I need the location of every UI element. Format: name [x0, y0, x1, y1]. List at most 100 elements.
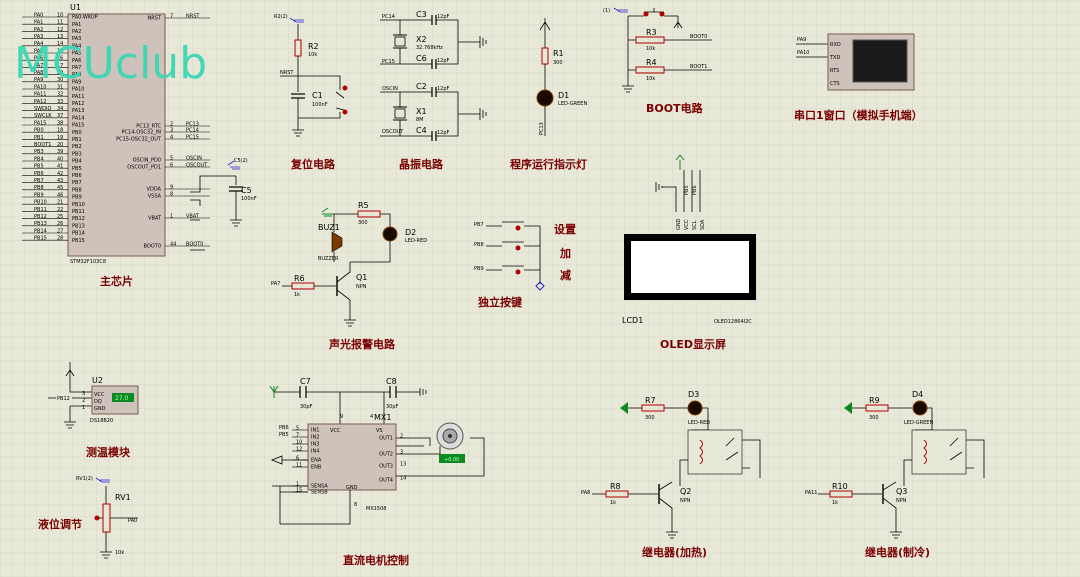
- svg-text:D3: D3: [688, 390, 699, 399]
- svg-text:C6: C6: [416, 54, 427, 63]
- svg-text:100nF: 100nF: [312, 102, 328, 108]
- mx-pin-label: IN1: [311, 428, 319, 434]
- svg-text:32.768kHz: 32.768kHz: [416, 45, 443, 51]
- mcu-pin-label: NRST: [148, 16, 162, 22]
- mcu-pin-net: PB11: [34, 207, 47, 213]
- mcu-pin-num: 40: [57, 156, 63, 162]
- svg-text:R7: R7: [645, 396, 656, 405]
- label-crystal: 晶振电路: [399, 157, 444, 171]
- svg-text:LED-RED: LED-RED: [405, 238, 427, 244]
- mx-pin-label: SENSB: [311, 490, 328, 496]
- mcu-pin-label: PA0-WKUP: [72, 15, 98, 21]
- svg-text:R8: R8: [610, 482, 621, 491]
- label-level: 液位调节: [38, 517, 82, 531]
- mcu-pin-net: BOOT1: [34, 142, 51, 148]
- svg-text:PA7: PA7: [271, 281, 280, 287]
- mcu-pin-label: PB12: [72, 216, 85, 222]
- svg-text:U2: U2: [92, 376, 103, 385]
- mcu-pin-label: PC14-OSC32_IN: [122, 130, 162, 136]
- mcu-pin-net: PB1: [34, 135, 44, 141]
- label-boot: BOOT电路: [646, 101, 704, 115]
- svg-text:C4: C4: [416, 126, 427, 135]
- svg-text:VCC: VCC: [94, 392, 105, 398]
- mx-pin-num: 2: [400, 433, 403, 439]
- svg-text:4: 4: [370, 414, 373, 420]
- mx-pin-label: ENA: [311, 458, 322, 464]
- mcu-pin-net: PA1: [34, 20, 43, 26]
- mcu-pin-label: PB14: [72, 231, 85, 237]
- svg-text:PA11: PA11: [805, 490, 817, 496]
- mx-pin-num: 11: [296, 462, 302, 468]
- svg-text:PB7: PB7: [474, 222, 484, 228]
- mx-pin-num: 15: [296, 487, 302, 493]
- svg-text:VS: VS: [376, 428, 383, 434]
- svg-text:VCC: VCC: [330, 428, 341, 434]
- svg-text:DQ: DQ: [94, 399, 102, 405]
- svg-text:C1: C1: [312, 91, 323, 100]
- mcu-pin-net: PB12: [34, 214, 47, 220]
- svg-text:PC14: PC14: [382, 14, 395, 20]
- mcu-pin-num: 45: [57, 185, 63, 191]
- svg-text:12pF: 12pF: [437, 58, 450, 64]
- mcu-pin-net: PB13: [34, 221, 47, 227]
- mcu-pin-label: PA15: [72, 123, 84, 129]
- svg-text:PC13: PC13: [539, 122, 545, 135]
- label-oled: OLED显示屏: [660, 338, 726, 351]
- mcu-pin-label: PA1: [72, 22, 81, 28]
- svg-text:VCC: VCC: [684, 219, 690, 230]
- svg-text:R2: R2: [308, 42, 319, 51]
- svg-text:100nF: 100nF: [241, 196, 257, 202]
- svg-text:12pF: 12pF: [437, 130, 450, 136]
- mx-pin-num: 10: [296, 439, 302, 445]
- svg-text:MX1: MX1: [374, 413, 391, 422]
- svg-text:Q3: Q3: [896, 487, 907, 496]
- mcu-pin-num: 9: [170, 184, 173, 190]
- mcu-pin-net: PB6: [34, 171, 44, 177]
- svg-text:C8: C8: [386, 377, 397, 386]
- mcu-pin-net: SWCLK: [34, 113, 52, 119]
- svg-text:GND: GND: [94, 406, 106, 412]
- watermark: MCUclub: [14, 38, 207, 89]
- mcu-pin-num: 28: [57, 236, 63, 242]
- svg-text:BOOT0: BOOT0: [690, 34, 707, 40]
- mcu-pin-net: PB8: [34, 185, 44, 191]
- svg-text:PA9: PA9: [797, 37, 806, 43]
- mcu-pin-num: 25: [57, 214, 63, 220]
- svg-text:NPN: NPN: [896, 498, 907, 504]
- mcu-pin-label: OSCIN_PD0: [133, 158, 161, 164]
- mcu-pin-net: PB0: [34, 128, 44, 134]
- mcu-pin-num: 21: [57, 200, 63, 206]
- mcu-pin-net: PA15: [34, 120, 46, 126]
- svg-text:C5(2): C5(2): [234, 158, 248, 164]
- svg-text:X2: X2: [416, 35, 427, 44]
- svg-text:D1: D1: [558, 91, 569, 100]
- svg-text:PA0: PA0: [128, 518, 137, 524]
- mcu-pin-net: OSCOUT: [186, 162, 208, 168]
- mx-pin-num: 12: [296, 446, 302, 452]
- mcu-pin-net: VBAT: [186, 213, 200, 219]
- svg-text:1: 1: [82, 405, 85, 411]
- svg-text:PB5: PB5: [279, 432, 289, 438]
- svg-text:X1: X1: [416, 107, 427, 116]
- mcu-pin-net: PB7: [34, 178, 44, 184]
- svg-text:SDA: SDA: [700, 219, 706, 230]
- mcu-pin-label: PB2: [72, 144, 82, 150]
- label-relay-cool: 继电器(制冷): [865, 545, 930, 559]
- mcu-pin-label: VSSA: [148, 194, 162, 200]
- mcu-pin-num: 37: [57, 113, 63, 119]
- svg-text:30pF: 30pF: [300, 404, 313, 410]
- svg-text:30pF: 30pF: [386, 404, 399, 410]
- mcu-pin-net: OSCIN: [186, 155, 202, 161]
- schematic-canvas: U1 STM32F103C8 PA0 10 PA0-WKUPPA1 11 PA1PA2 1…: [0, 0, 1080, 577]
- mx-pin-num: 3: [400, 449, 403, 455]
- svg-text:27.0: 27.0: [115, 395, 129, 402]
- mcu-pin-label: OSCOUT_PD1: [127, 165, 161, 171]
- label-keys: 独立按键: [477, 295, 523, 309]
- svg-text:PB9: PB9: [474, 266, 484, 272]
- svg-text:12pF: 12pF: [437, 14, 450, 20]
- svg-text:OSCOUT: OSCOUT: [382, 129, 404, 135]
- label-relay-heat: 继电器(加热): [642, 545, 707, 559]
- svg-text:PA8: PA8: [581, 490, 590, 496]
- key-label-set: 设置: [554, 222, 576, 236]
- svg-text:R1: R1: [553, 49, 564, 58]
